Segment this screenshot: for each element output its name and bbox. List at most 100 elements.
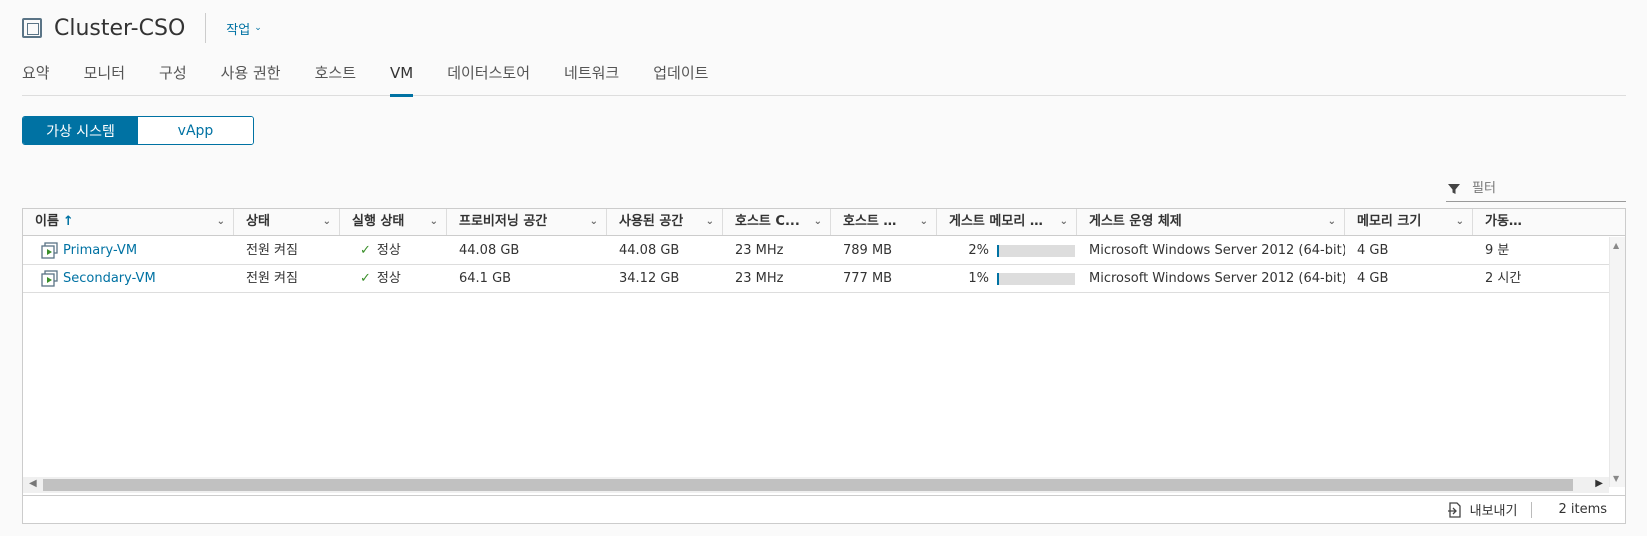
- scroll-down-icon[interactable]: ▼: [1613, 474, 1619, 483]
- column-header-run-state[interactable]: 실행 상태 ⌄: [340, 209, 447, 235]
- column-menu-icon[interactable]: ⌄: [323, 209, 331, 235]
- scroll-left-icon[interactable]: ◀: [29, 478, 37, 489]
- scroll-up-icon[interactable]: ▲: [1613, 241, 1619, 250]
- cell-host-mem: 777 MB: [843, 271, 893, 286]
- column-label: 사용된 공간: [619, 214, 684, 229]
- cell-name: Secondary-VM: [23, 265, 234, 292]
- header-divider: [205, 13, 207, 43]
- tab-vms[interactable]: VM: [390, 60, 414, 97]
- column-label: 게스트 운영 체제: [1089, 214, 1182, 229]
- column-menu-icon[interactable]: ⌄: [1328, 209, 1336, 235]
- tab-hosts[interactable]: 호스트: [315, 60, 356, 96]
- export-label: 내보내기: [1469, 504, 1518, 519]
- check-icon: ✓: [360, 243, 371, 258]
- column-menu-icon[interactable]: ⌄: [920, 209, 928, 235]
- item-count: 2 items: [1558, 502, 1607, 517]
- vm-name-link[interactable]: Secondary-VM: [63, 265, 156, 292]
- filter-input[interactable]: [1472, 181, 1612, 196]
- cell-guest-mem: 1%: [937, 265, 1077, 292]
- tab-monitor[interactable]: 모니터: [84, 60, 125, 96]
- column-header-uptime[interactable]: 가동 ...: [1473, 209, 1553, 235]
- column-menu-icon[interactable]: ⌄: [1060, 209, 1068, 235]
- filter-box: [1446, 176, 1626, 202]
- column-menu-icon[interactable]: ⌄: [1456, 209, 1464, 235]
- cluster-icon: [22, 18, 42, 38]
- column-header-mem-size[interactable]: 메모리 크기 ⌄: [1345, 209, 1473, 235]
- cell-host-mem: 789 MB: [843, 243, 893, 258]
- column-header-guest-os[interactable]: 게스트 운영 체제 ⌄: [1077, 209, 1345, 235]
- horizontal-scroll-thumb[interactable]: [43, 479, 1573, 491]
- column-label: 호스트 메...: [843, 214, 906, 229]
- horizontal-scrollbar[interactable]: ◀ ▶: [23, 477, 1609, 493]
- tab-updates[interactable]: 업데이트: [653, 60, 708, 96]
- actions-menu[interactable]: 작업 ⌄: [226, 19, 261, 38]
- export-button[interactable]: 내보내기: [1446, 500, 1518, 519]
- column-header-guest-mem[interactable]: 게스트 메모리 -... ⌄: [937, 209, 1077, 235]
- page-title: Cluster-CSO: [54, 15, 186, 41]
- cell-used: 34.12 GB: [619, 271, 680, 286]
- column-label: 이름: [35, 214, 59, 229]
- guest-mem-bar: [997, 244, 1075, 257]
- cell-mem-size: 4 GB: [1357, 271, 1389, 286]
- column-menu-icon[interactable]: ⌄: [706, 209, 714, 235]
- cell-host-cpu: 23 MHz: [735, 243, 784, 258]
- column-label: 프로비저닝 공간: [459, 214, 548, 229]
- vapp-toggle[interactable]: vApp: [138, 117, 253, 144]
- chevron-down-icon: ⌄: [254, 23, 262, 33]
- cell-uptime: 9 분: [1485, 243, 1510, 258]
- column-header-host-cpu[interactable]: 호스트 C... ⌄: [723, 209, 831, 235]
- actions-label: 작업: [226, 22, 251, 38]
- cell-name: Primary-VM: [23, 237, 234, 264]
- column-header-state[interactable]: 상태 ⌄: [234, 209, 340, 235]
- column-header-provisioned[interactable]: 프로비저닝 공간 ⌄: [447, 209, 607, 235]
- vm-datagrid: 이름 ↑ ⌄ 상태 ⌄ 실행 상태 ⌄ 프로비저닝 공간 ⌄ 사용된 공간 ⌄ 호…: [22, 208, 1626, 524]
- tab-configure[interactable]: 구성: [159, 60, 187, 96]
- run-state-label: 정상: [376, 243, 401, 258]
- cell-guest-os: Microsoft Windows Server 2012 (64-bit): [1089, 243, 1345, 258]
- header: Cluster-CSO 작업 ⌄: [22, 12, 262, 44]
- run-state-label: 정상: [376, 271, 401, 286]
- cell-run-state: ✓ 정상: [340, 265, 447, 292]
- column-label: 호스트 C...: [735, 214, 800, 229]
- sort-ascending-icon: ↑: [62, 214, 74, 229]
- scroll-right-icon[interactable]: ▶: [1595, 478, 1603, 489]
- export-icon: [1447, 501, 1461, 518]
- cell-guest-os: Microsoft Windows Server 2012 (64-bit): [1089, 271, 1345, 286]
- check-icon: ✓: [360, 271, 371, 286]
- guest-mem-bar-fill: [997, 244, 999, 257]
- cell-state: 전원 켜짐: [246, 271, 298, 286]
- tab-networks[interactable]: 네트워크: [564, 60, 619, 96]
- column-header-name[interactable]: 이름 ↑ ⌄: [23, 209, 234, 235]
- virtual-machines-toggle[interactable]: 가상 시스템: [23, 117, 138, 144]
- table-row[interactable]: Secondary-VM 전원 켜짐 ✓ 정상 64.1 GB 34.12 GB …: [23, 265, 1609, 293]
- column-header-host-mem[interactable]: 호스트 메... ⌄: [831, 209, 937, 235]
- cell-used: 44.08 GB: [619, 243, 680, 258]
- column-menu-icon[interactable]: ⌄: [217, 209, 225, 235]
- grid-body: Primary-VM 전원 켜짐 ✓ 정상 44.08 GB 44.08 GB 2…: [23, 237, 1609, 487]
- cell-provisioned: 44.08 GB: [459, 243, 520, 258]
- vertical-scrollbar[interactable]: ▲ ▼: [1609, 237, 1625, 487]
- vm-icon: [41, 269, 58, 287]
- column-label: 메모리 크기: [1357, 214, 1422, 229]
- column-menu-icon[interactable]: ⌄: [430, 209, 438, 235]
- column-label: 실행 상태: [352, 214, 405, 229]
- column-menu-icon[interactable]: ⌄: [590, 209, 598, 235]
- column-header-used[interactable]: 사용된 공간 ⌄: [607, 209, 723, 235]
- grid-footer: 내보내기 2 items: [23, 495, 1625, 523]
- filter-icon: [1448, 183, 1460, 194]
- cell-uptime: 2 시간: [1485, 271, 1522, 286]
- tab-summary[interactable]: 요약: [22, 60, 50, 96]
- guest-mem-bar-fill: [997, 272, 999, 285]
- vm-name-link[interactable]: Primary-VM: [63, 237, 137, 264]
- column-menu-icon[interactable]: ⌄: [814, 209, 822, 235]
- guest-mem-percent: 2%: [968, 243, 989, 258]
- cell-mem-size: 4 GB: [1357, 243, 1389, 258]
- tab-permissions[interactable]: 사용 권한: [221, 60, 281, 96]
- cell-provisioned: 64.1 GB: [459, 271, 512, 286]
- cell-host-cpu: 23 MHz: [735, 271, 784, 286]
- guest-mem-bar: [997, 272, 1075, 285]
- table-row[interactable]: Primary-VM 전원 켜짐 ✓ 정상 44.08 GB 44.08 GB 2…: [23, 237, 1609, 265]
- column-label: 가동 ...: [1485, 214, 1523, 229]
- tab-datastores[interactable]: 데이터스토어: [447, 60, 530, 96]
- column-label: 상태: [246, 214, 270, 229]
